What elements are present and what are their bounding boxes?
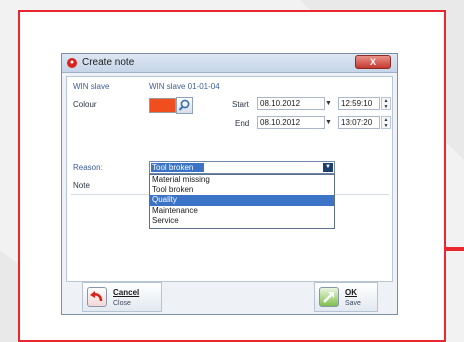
dialog-title: Create note	[82, 57, 135, 68]
reason-select[interactable]: Tool broken ▼	[149, 161, 335, 174]
chevron-down-icon[interactable]: ▼	[324, 98, 333, 109]
colour-swatch[interactable]	[149, 98, 176, 113]
list-item[interactable]: Tool broken	[150, 185, 334, 195]
list-item[interactable]: Material missing	[150, 175, 334, 185]
cancel-label: Cancel	[113, 288, 140, 297]
list-item[interactable]: Service	[150, 216, 334, 226]
close-button[interactable]: X	[355, 55, 391, 69]
app-icon: ●	[67, 58, 77, 68]
reason-dropdown-list: Material missing Tool broken Quality Mai…	[149, 174, 335, 229]
end-date-field[interactable]: 08.10.2012	[257, 116, 325, 129]
start-date-field[interactable]: 08.10.2012	[257, 97, 325, 110]
chevron-down-icon[interactable]: ▼	[324, 117, 333, 128]
ok-label: OK	[345, 288, 357, 297]
end-date-value: 08.10.2012	[260, 118, 301, 127]
search-icon	[178, 99, 190, 111]
note-label: Note	[73, 181, 90, 190]
cancel-button[interactable]: Cancel Close	[82, 282, 162, 312]
end-time-value: 13:07:20	[341, 118, 373, 127]
win-slave-label: WIN slave	[73, 82, 110, 91]
list-item-highlighted[interactable]: Quality	[150, 195, 334, 206]
ok-button[interactable]: OK Save	[314, 282, 378, 312]
undo-icon	[87, 287, 107, 307]
ok-sublabel: Save	[345, 300, 361, 307]
start-time-spinner[interactable]: ▲ ▼	[381, 97, 391, 110]
end-time-field[interactable]: 13:07:20	[338, 116, 380, 129]
colour-label: Colour	[73, 100, 97, 109]
colour-picker-button[interactable]	[176, 97, 193, 114]
cancel-sublabel: Close	[113, 300, 131, 307]
start-time-field[interactable]: 12:59:10	[338, 97, 380, 110]
reason-selected-value: Tool broken	[151, 163, 204, 172]
end-label: End	[235, 119, 250, 128]
close-icon: X	[369, 57, 376, 67]
start-date-value: 08.10.2012	[260, 99, 301, 108]
end-time-spinner[interactable]: ▲ ▼	[381, 116, 391, 129]
create-note-dialog: ● Create note X WIN slave WIN slave 01-0…	[61, 53, 398, 315]
chevron-down-icon[interactable]: ▼	[323, 163, 333, 172]
start-time-value: 12:59:10	[341, 99, 373, 108]
title-bar: ● Create note X	[62, 54, 397, 73]
start-label: Start	[232, 100, 249, 109]
save-icon	[319, 287, 339, 307]
reason-label: Reason:	[73, 163, 103, 172]
list-item[interactable]: Maintenance	[150, 206, 334, 216]
red-marker	[446, 247, 464, 251]
win-slave-value: WIN slave 01-01-04	[149, 82, 220, 91]
form-panel: WIN slave WIN slave 01-01-04 Colour Star…	[66, 76, 393, 282]
